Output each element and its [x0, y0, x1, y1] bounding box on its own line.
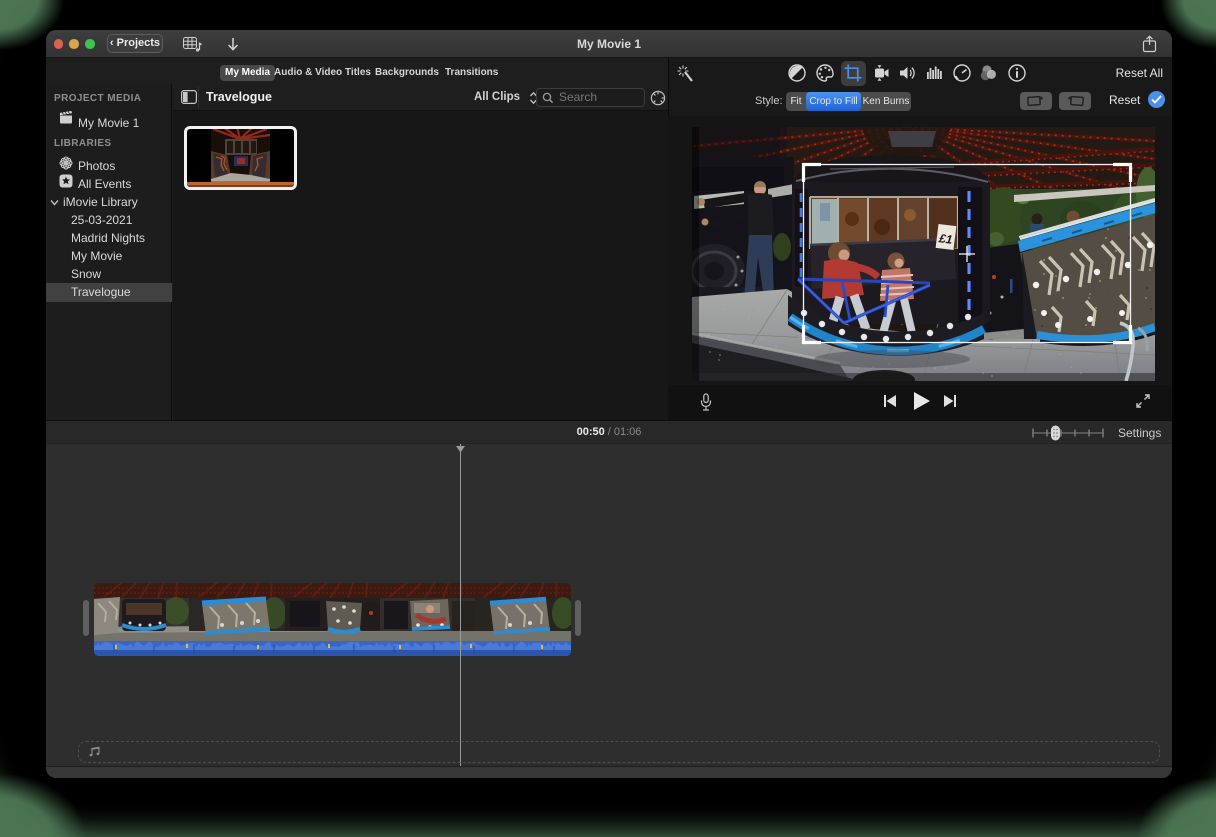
svg-text:£1: £1 — [937, 231, 953, 247]
